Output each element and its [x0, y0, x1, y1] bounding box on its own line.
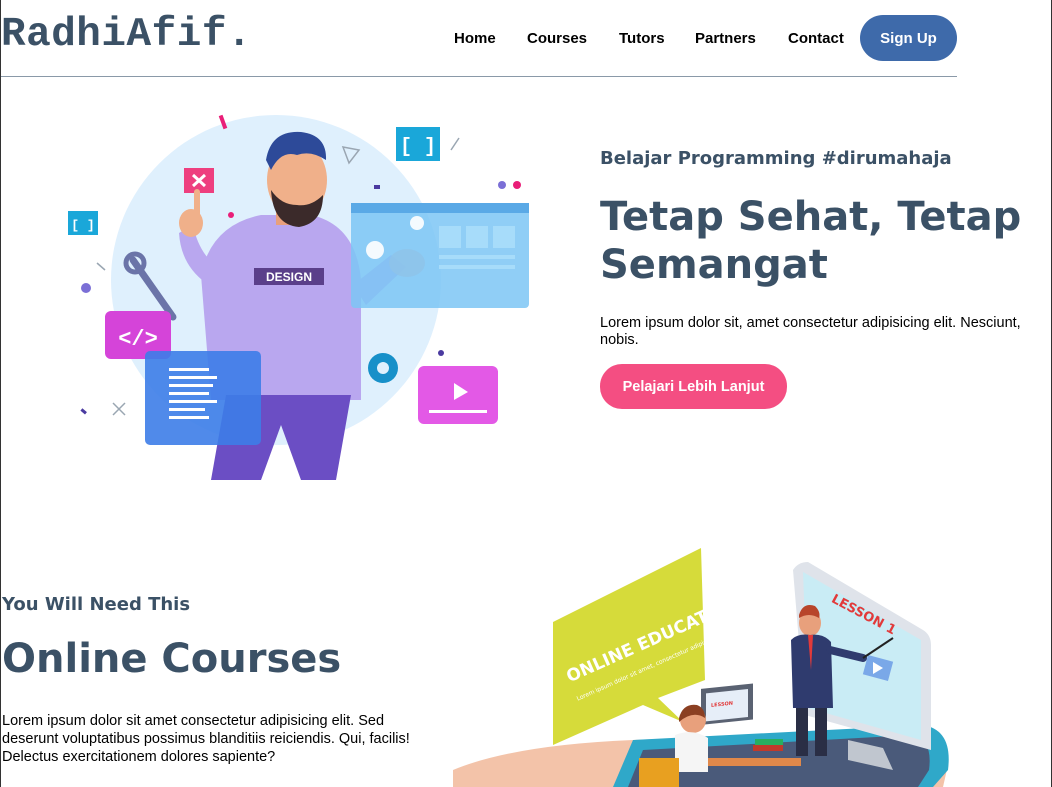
- header-divider: [1, 76, 957, 77]
- site-logo[interactable]: RadhiAfif.: [1, 12, 252, 58]
- learn-more-button[interactable]: Pelajari Lebih Lanjut: [600, 364, 787, 409]
- hero-title: Tetap Sehat, Tetap Semangat: [600, 194, 1022, 288]
- nav-home[interactable]: Home: [454, 30, 527, 47]
- svg-text:[ ]: [ ]: [400, 136, 436, 159]
- hero-description: Lorem ipsum dolor sit, amet consectetur …: [600, 315, 1021, 348]
- shirt-label: DESIGN: [266, 270, 312, 284]
- nav-tutors[interactable]: Tutors: [619, 30, 695, 47]
- courses-subtitle: You Will Need This: [2, 594, 191, 615]
- nav-courses[interactable]: Courses: [527, 30, 619, 47]
- courses-description: Lorem ipsum dolor sit amet consectetur a…: [2, 713, 410, 765]
- sign-up-button[interactable]: Sign Up: [860, 15, 957, 61]
- nav-partners[interactable]: Partners: [695, 30, 788, 47]
- hero-subtitle: Belajar Programming #dirumahaja: [600, 148, 952, 169]
- svg-text:</>: </>: [118, 327, 158, 352]
- developer-illustration: [ ] [ ] </> DESIGN: [68, 114, 529, 480]
- online-education-illustration: ONLINE EDUCATION Lorem ipsum dolor sit a…: [453, 548, 949, 787]
- courses-title: Online Courses: [2, 636, 342, 682]
- main-nav: Home Courses Tutors Partners Contact: [454, 30, 858, 47]
- nav-contact[interactable]: Contact: [788, 30, 858, 47]
- svg-text:[ ]: [ ]: [71, 218, 94, 233]
